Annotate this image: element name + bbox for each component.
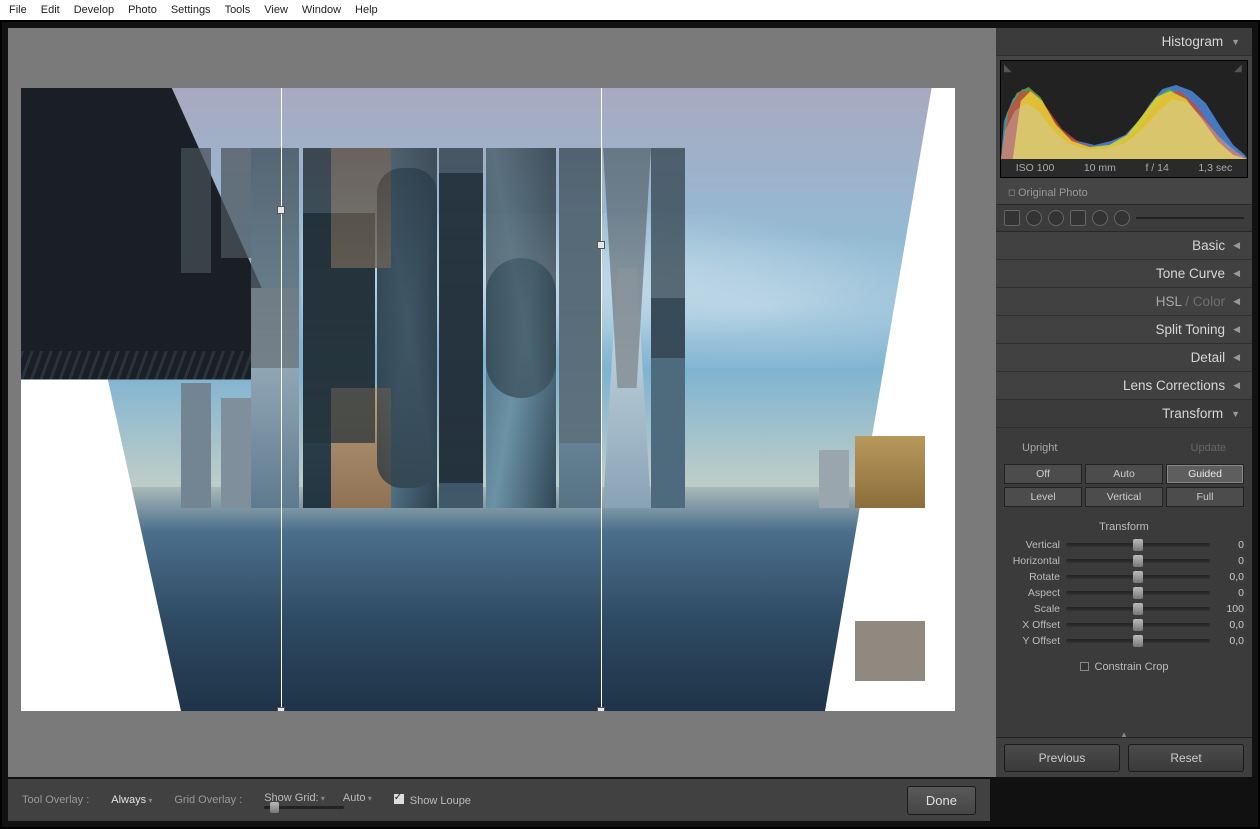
slider-track[interactable] [1066, 623, 1210, 627]
upright-auto-button[interactable]: Auto [1085, 464, 1163, 484]
slider-track[interactable] [1066, 639, 1210, 643]
app-window: Histogram▼ ◣ ◢ ISO 100 10 mm f / 14 1,3 … [0, 20, 1260, 829]
panel-basic[interactable]: Basic◀ [996, 232, 1252, 260]
constrain-crop-checkbox[interactable]: Constrain Crop [1004, 661, 1244, 673]
upright-level-button[interactable]: Level [1004, 487, 1082, 507]
transform-slider-scale[interactable]: Scale 100 [1004, 603, 1244, 615]
upright-label: Upright [1022, 442, 1057, 454]
menu-help[interactable]: Help [349, 2, 384, 18]
original-photo-toggle[interactable]: Original Photo [996, 182, 1252, 205]
panel-lens-corrections[interactable]: Lens Corrections◀ [996, 372, 1252, 400]
slider-track[interactable] [1066, 543, 1210, 547]
slider-track[interactable] [1066, 607, 1210, 611]
bottom-toolbar: Tool Overlay : Always Grid Overlay : Sho… [8, 779, 990, 821]
grid-opacity-slider[interactable] [264, 806, 344, 809]
transform-panel-body: Upright Update Off Auto Guided Level Ver… [996, 428, 1252, 737]
slider-label: Aspect [1004, 587, 1060, 599]
panel-expand-icon[interactable]: ▲ [1120, 730, 1128, 739]
slider-label: Vertical [1004, 539, 1060, 551]
grid-auto-dropdown[interactable]: Auto [343, 792, 372, 804]
transform-slider-rotate[interactable]: Rotate 0,0 [1004, 571, 1244, 583]
gradient-tool-icon[interactable] [1070, 210, 1086, 226]
panel-detail[interactable]: Detail◀ [996, 344, 1252, 372]
menu-view[interactable]: View [258, 2, 294, 18]
upright-vertical-button[interactable]: Vertical [1085, 487, 1163, 507]
panel-split-toning[interactable]: Split Toning◀ [996, 316, 1252, 344]
panel-transform[interactable]: Transform▼ [996, 400, 1252, 428]
transform-slider-vertical[interactable]: Vertical 0 [1004, 539, 1244, 551]
tool-size-slider[interactable] [1136, 217, 1244, 219]
slider-track[interactable] [1066, 559, 1210, 563]
guide-handle[interactable] [277, 206, 285, 214]
crop-tool-icon[interactable] [1004, 210, 1020, 226]
slider-label: X Offset [1004, 619, 1060, 631]
histogram[interactable]: ◣ ◢ ISO 100 10 mm f / 14 1,3 sec [1000, 60, 1248, 178]
brush-tool-icon[interactable] [1114, 210, 1130, 226]
guide-handle[interactable] [597, 707, 605, 711]
tool-overlay-label: Tool Overlay : [22, 794, 89, 806]
menu-file[interactable]: File [3, 2, 33, 18]
menu-photo[interactable]: Photo [122, 2, 163, 18]
highlight-clip-icon[interactable]: ◢ [1234, 63, 1244, 73]
grid-overlay-label: Grid Overlay : [174, 794, 242, 806]
slider-track[interactable] [1066, 591, 1210, 595]
slider-track[interactable] [1066, 575, 1210, 579]
image-canvas[interactable] [8, 28, 996, 777]
guide-handle[interactable] [277, 707, 285, 711]
redeye-tool-icon[interactable] [1048, 210, 1064, 226]
tool-overlay-dropdown[interactable]: Always [111, 794, 152, 806]
panel-hsl[interactable]: HSL / Color◀ [996, 288, 1252, 316]
slider-value[interactable]: 0 [1216, 587, 1244, 599]
slider-value[interactable]: 0,0 [1216, 635, 1244, 647]
slider-label: Y Offset [1004, 635, 1060, 647]
menu-bar: File Edit Develop Photo Settings Tools V… [0, 0, 1260, 20]
previous-button[interactable]: Previous [1004, 744, 1120, 772]
photo-preview[interactable] [21, 88, 955, 711]
transform-section-title: Transform [1004, 521, 1244, 533]
reset-button[interactable]: Reset [1128, 744, 1244, 772]
slider-label: Rotate [1004, 571, 1060, 583]
slider-label: Scale [1004, 603, 1060, 615]
exif-readout: ISO 100 10 mm f / 14 1,3 sec [1001, 159, 1247, 177]
spot-tool-icon[interactable] [1026, 210, 1042, 226]
slider-value[interactable]: 0,0 [1216, 571, 1244, 583]
slider-value[interactable]: 100 [1216, 603, 1244, 615]
transform-slider-aspect[interactable]: Aspect 0 [1004, 587, 1244, 599]
radial-tool-icon[interactable] [1092, 210, 1108, 226]
transform-slider-x-offset[interactable]: X Offset 0,0 [1004, 619, 1244, 631]
right-panel-footer: ▲ Previous Reset [996, 737, 1252, 777]
slider-value[interactable]: 0 [1216, 555, 1244, 567]
transform-slider-horizontal[interactable]: Horizontal 0 [1004, 555, 1244, 567]
shadow-clip-icon[interactable]: ◣ [1004, 63, 1014, 73]
menu-develop[interactable]: Develop [68, 2, 120, 18]
menu-settings[interactable]: Settings [165, 2, 217, 18]
menu-edit[interactable]: Edit [35, 2, 66, 18]
slider-label: Horizontal [1004, 555, 1060, 567]
done-button[interactable]: Done [907, 786, 976, 815]
upright-update[interactable]: Update [1191, 442, 1226, 454]
guide-handle[interactable] [597, 241, 605, 249]
guide-line-2[interactable] [601, 88, 602, 711]
upright-off-button[interactable]: Off [1004, 464, 1082, 484]
right-panel: Histogram▼ ◣ ◢ ISO 100 10 mm f / 14 1,3 … [996, 28, 1252, 777]
panel-histogram-header[interactable]: Histogram▼ [996, 28, 1252, 56]
upright-guided-button[interactable]: Guided [1166, 464, 1244, 484]
upright-full-button[interactable]: Full [1166, 487, 1244, 507]
menu-tools[interactable]: Tools [219, 2, 257, 18]
transform-slider-y-offset[interactable]: Y Offset 0,0 [1004, 635, 1244, 647]
panel-tone-curve[interactable]: Tone Curve◀ [996, 260, 1252, 288]
slider-value[interactable]: 0,0 [1216, 619, 1244, 631]
menu-window[interactable]: Window [296, 2, 347, 18]
show-loupe-checkbox[interactable]: Show Loupe [394, 794, 471, 807]
local-adjust-toolstrip [996, 205, 1252, 232]
slider-value[interactable]: 0 [1216, 539, 1244, 551]
guide-line-1[interactable] [281, 88, 282, 711]
